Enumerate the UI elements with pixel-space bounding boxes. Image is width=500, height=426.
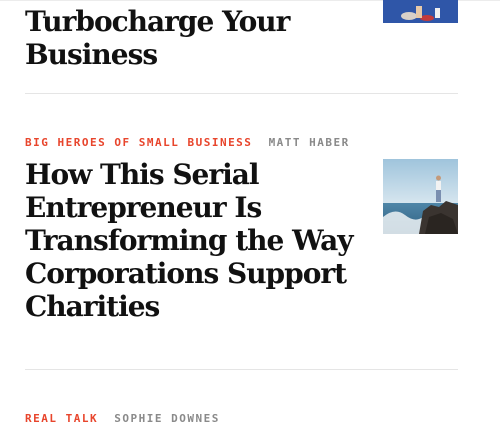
article-card-3: REAL TALK SOPHIE DOWNES	[25, 0, 458, 426]
category-link[interactable]: REAL TALK	[25, 412, 98, 425]
article-meta: REAL TALK SOPHIE DOWNES	[25, 412, 220, 425]
author-link[interactable]: SOPHIE DOWNES	[114, 412, 220, 425]
